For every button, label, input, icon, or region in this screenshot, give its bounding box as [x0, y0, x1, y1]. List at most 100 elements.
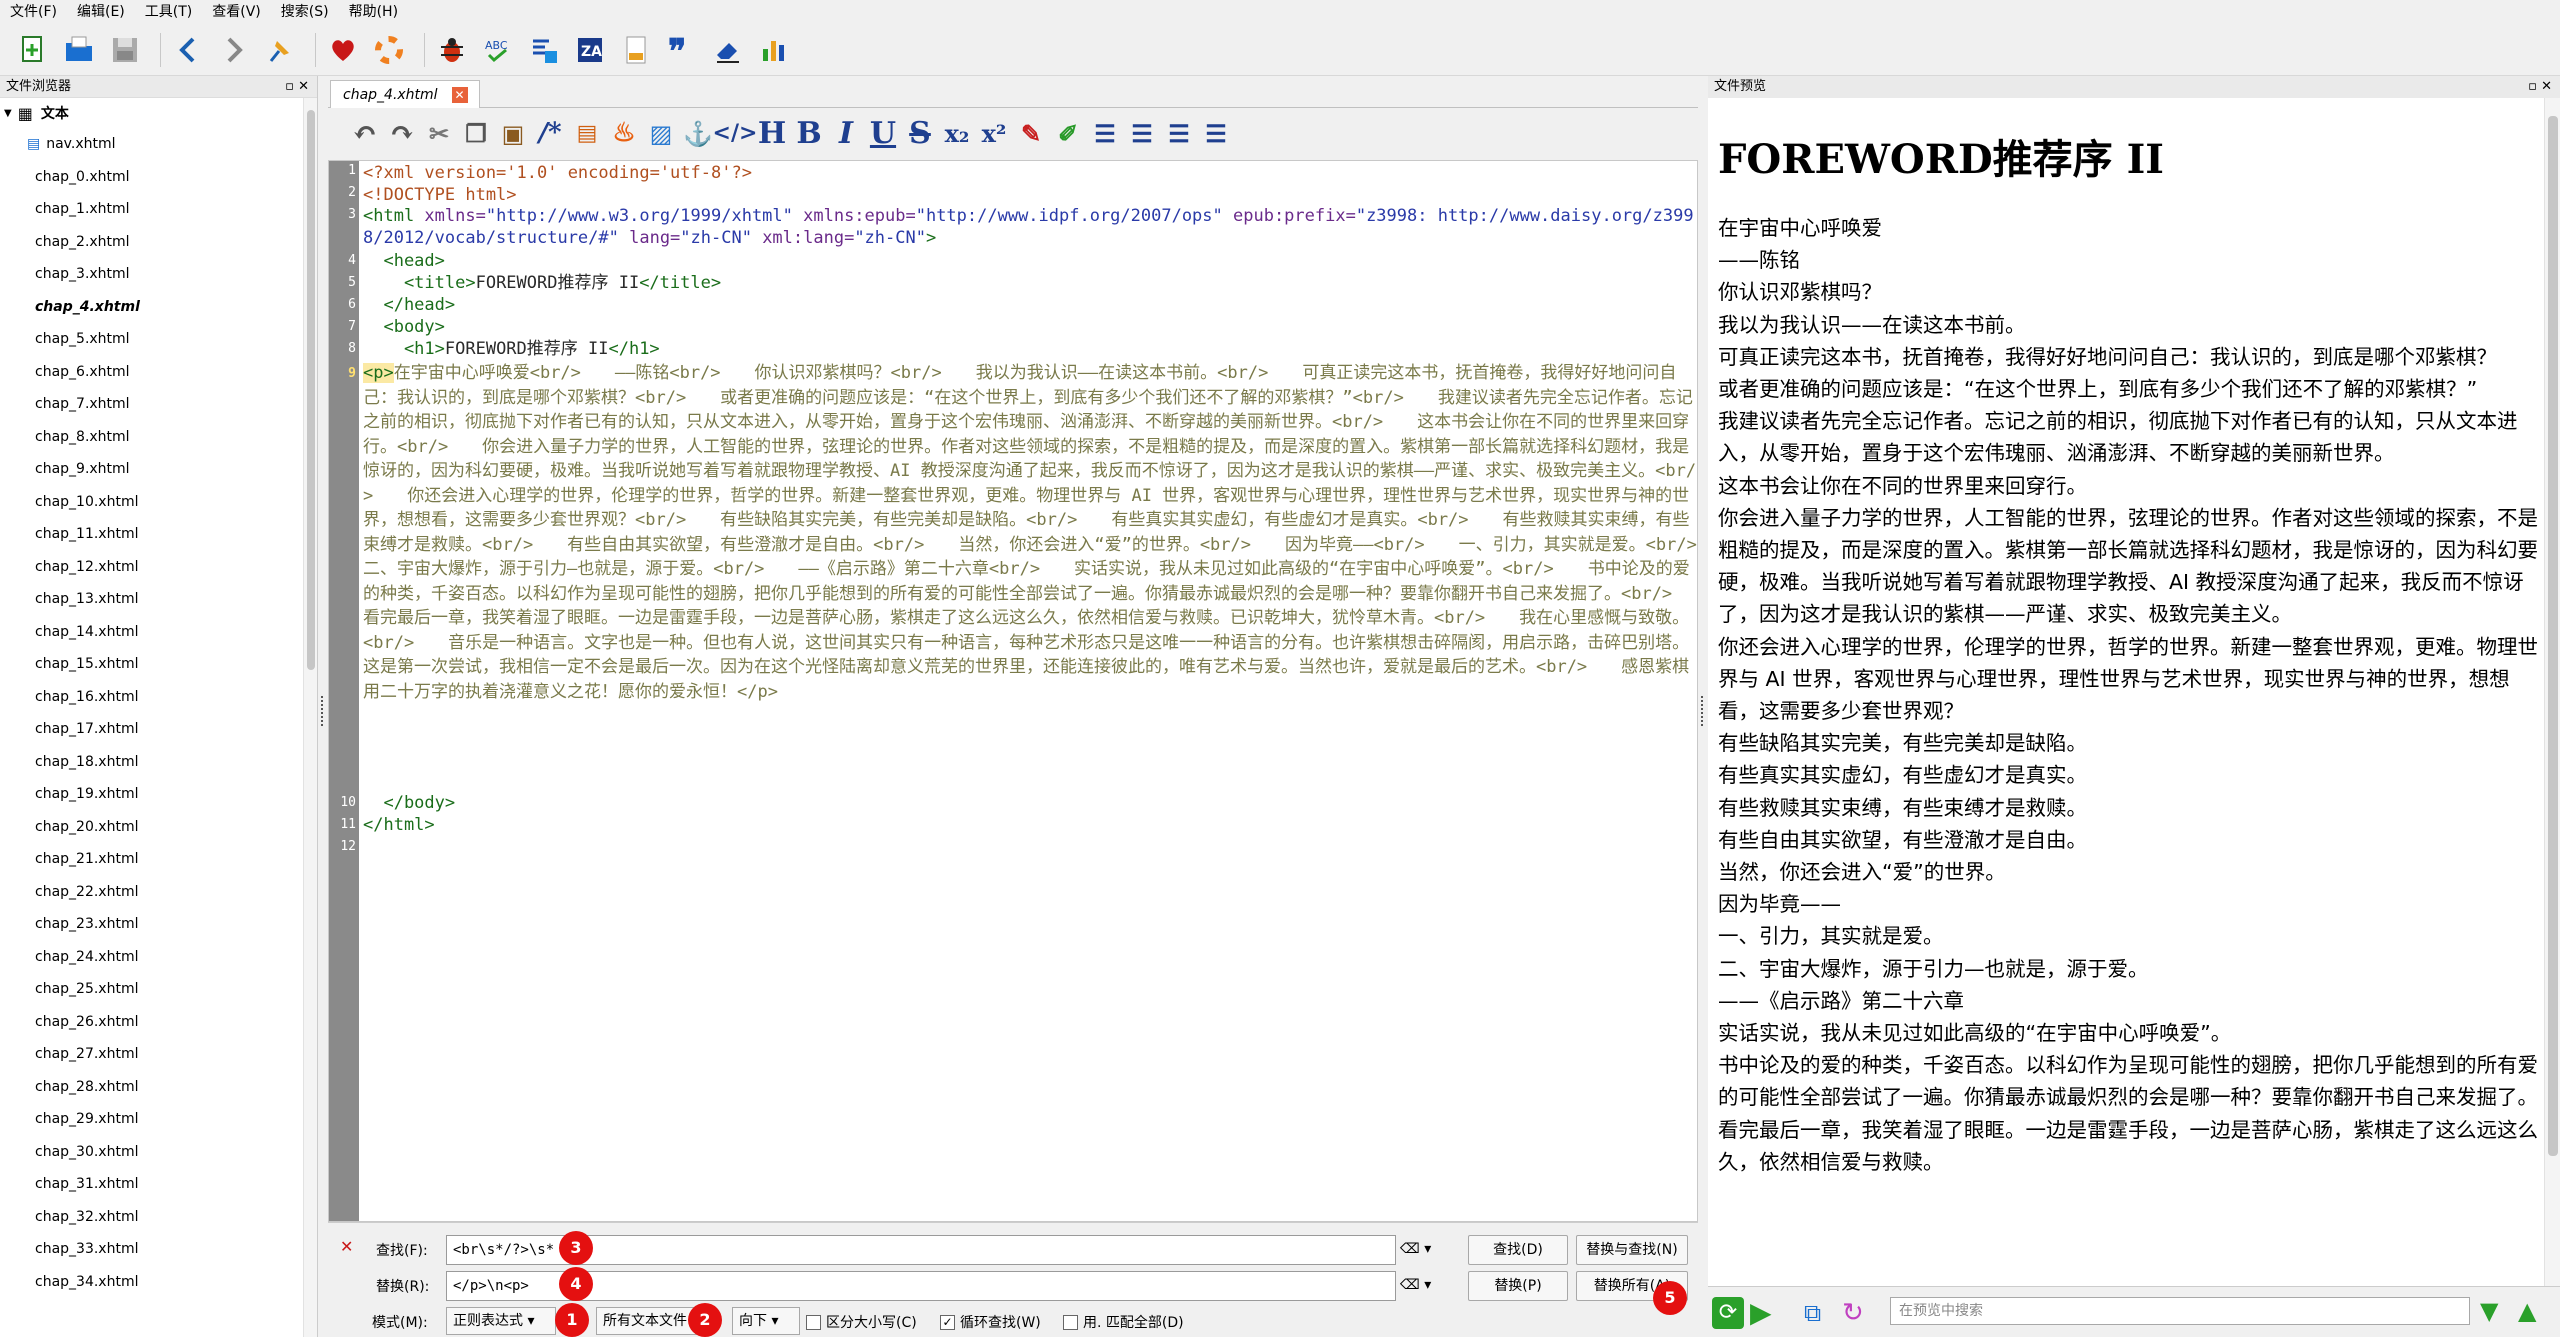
file-item[interactable]: chap_31.xhtml: [0, 1168, 303, 1201]
report-icon[interactable]: [755, 31, 793, 69]
back-icon[interactable]: [169, 31, 207, 69]
next-match-icon[interactable]: ▼: [2480, 1297, 2498, 1325]
menu-tools[interactable]: 工具(T): [135, 0, 202, 24]
lifebuoy-icon[interactable]: [370, 31, 408, 69]
file-item[interactable]: chap_6.xhtml: [0, 356, 303, 389]
heading-icon[interactable]: H: [755, 115, 789, 151]
panel-close-icon[interactable]: ▫ ✕: [2528, 76, 2552, 98]
code-area[interactable]: 1 2 3 4 5 6 7 8 9 10 11 12 <?xml version…: [328, 160, 1699, 1222]
file-item[interactable]: chap_4.xhtml: [0, 291, 303, 324]
metadata-icon[interactable]: [525, 31, 563, 69]
find-button[interactable]: 查找(D): [1468, 1235, 1568, 1265]
file-item[interactable]: chap_11.xhtml: [0, 518, 303, 551]
file-item[interactable]: chap_13.xhtml: [0, 583, 303, 616]
quote-icon[interactable]: ❞: [663, 31, 701, 69]
wrap-checkbox[interactable]: ✓ 循环查找(W): [940, 1312, 1041, 1332]
direction-select[interactable]: 向下 ▾: [732, 1307, 800, 1335]
scroll-thumb[interactable]: [307, 110, 315, 670]
play-icon[interactable]: ▶: [1750, 1297, 1782, 1329]
file-item[interactable]: chap_19.xhtml: [0, 778, 303, 811]
menu-help[interactable]: 帮助(H): [339, 0, 408, 24]
underline-icon[interactable]: U: [866, 115, 900, 151]
insert-link-icon[interactable]: ⚓: [681, 115, 715, 151]
insert-image-icon[interactable]: ▨: [644, 115, 678, 151]
subscript-icon[interactable]: x₂: [940, 115, 974, 151]
replace-and-find-button[interactable]: 替换与查找(N): [1576, 1235, 1688, 1265]
align-center-icon[interactable]: ☰: [1125, 115, 1159, 151]
file-item[interactable]: chap_28.xhtml: [0, 1071, 303, 1104]
case-sensitive-checkbox[interactable]: 区分大小写(C): [806, 1312, 917, 1332]
file-item[interactable]: chap_33.xhtml: [0, 1233, 303, 1266]
replace-button[interactable]: 替换(P): [1468, 1271, 1568, 1301]
file-item[interactable]: chap_34.xhtml: [0, 1266, 303, 1299]
insert-html-icon[interactable]: ▤: [570, 115, 604, 151]
insert-tag-icon[interactable]: </>: [713, 115, 758, 151]
preview-scrollbar[interactable]: [2544, 98, 2560, 1286]
eraser-icon[interactable]: [709, 31, 747, 69]
file-item[interactable]: chap_8.xhtml: [0, 421, 303, 454]
file-item[interactable]: chap_12.xhtml: [0, 551, 303, 584]
file-item[interactable]: chap_21.xhtml: [0, 843, 303, 876]
pin-icon[interactable]: [261, 31, 299, 69]
file-item[interactable]: chap_23.xhtml: [0, 908, 303, 941]
menu-view[interactable]: 查看(V): [202, 0, 271, 24]
redo-icon[interactable]: ↷: [385, 115, 419, 151]
clear-format-icon[interactable]: ✐: [1051, 115, 1085, 151]
dictionary-icon[interactable]: ZA: [571, 31, 609, 69]
file-browser-scrollbar[interactable]: [303, 98, 317, 1337]
strikethrough-icon[interactable]: S: [903, 115, 937, 151]
file-item-nav[interactable]: ▤ nav.xhtml: [0, 128, 303, 161]
font-icon[interactable]: [617, 31, 655, 69]
menu-search[interactable]: 搜索(S): [271, 0, 339, 24]
file-item[interactable]: chap_0.xhtml: [0, 161, 303, 194]
align-right-icon[interactable]: ☰: [1162, 115, 1196, 151]
mode-select[interactable]: 正则表达式 ▾: [446, 1307, 556, 1335]
prev-match-icon[interactable]: ▲: [2518, 1297, 2536, 1325]
file-item[interactable]: chap_22.xhtml: [0, 876, 303, 909]
file-item[interactable]: chap_1.xhtml: [0, 193, 303, 226]
collapse-icon[interactable]: ▼: [4, 108, 12, 119]
file-item[interactable]: chap_16.xhtml: [0, 681, 303, 714]
file-item[interactable]: chap_14.xhtml: [0, 616, 303, 649]
forward-icon[interactable]: [215, 31, 253, 69]
scroll-thumb[interactable]: [2548, 116, 2558, 1156]
refresh-icon[interactable]: ⟳: [1712, 1297, 1744, 1329]
file-item[interactable]: chap_24.xhtml: [0, 941, 303, 974]
bug-icon[interactable]: [433, 31, 471, 69]
preview-search-input[interactable]: 在预览中搜索: [1890, 1297, 2470, 1325]
save-icon[interactable]: [106, 31, 144, 69]
dot-all-checkbox[interactable]: 用. 匹配全部(D): [1063, 1312, 1184, 1332]
close-tab-icon[interactable]: ✕: [451, 86, 468, 103]
file-item[interactable]: chap_27.xhtml: [0, 1038, 303, 1071]
align-justify-icon[interactable]: ☰: [1199, 115, 1233, 151]
italic-icon[interactable]: I: [829, 115, 863, 151]
menu-file[interactable]: 文件(F): [0, 0, 67, 24]
file-item[interactable]: chap_15.xhtml: [0, 648, 303, 681]
reload-icon[interactable]: ↻: [1842, 1297, 1874, 1329]
file-item[interactable]: chap_7.xhtml: [0, 388, 303, 421]
file-item[interactable]: chap_32.xhtml: [0, 1201, 303, 1234]
align-left-icon[interactable]: ☰: [1088, 115, 1122, 151]
file-item[interactable]: chap_25.xhtml: [0, 973, 303, 1006]
inspect-icon[interactable]: ⧉: [1804, 1297, 1836, 1329]
replace-clear-icon[interactable]: ⌫ ▾: [1400, 1277, 1431, 1293]
panel-close-icon[interactable]: ▫ ✕: [285, 76, 309, 97]
file-item[interactable]: chap_17.xhtml: [0, 713, 303, 746]
file-item[interactable]: chap_10.xhtml: [0, 486, 303, 519]
right-splitter[interactable]: [1698, 76, 1708, 1337]
heart-icon[interactable]: [324, 31, 362, 69]
color-brush-icon[interactable]: ✎: [1014, 115, 1048, 151]
comment-icon[interactable]: /*: [533, 115, 567, 151]
superscript-icon[interactable]: x²: [977, 115, 1011, 151]
file-item[interactable]: chap_29.xhtml: [0, 1103, 303, 1136]
cut-icon[interactable]: ✂: [422, 115, 456, 151]
tab-chap-4[interactable]: chap_4.xhtml ✕: [330, 80, 480, 108]
paste-icon[interactable]: ▣: [496, 115, 530, 151]
new-file-icon[interactable]: [14, 31, 52, 69]
file-item[interactable]: chap_26.xhtml: [0, 1006, 303, 1039]
undo-icon[interactable]: ↶: [348, 115, 382, 151]
spellcheck-icon[interactable]: ABC: [479, 31, 517, 69]
left-splitter[interactable]: [318, 76, 328, 1337]
file-item[interactable]: chap_3.xhtml: [0, 258, 303, 291]
tree-root-text[interactable]: ▼ ▦ 文本: [0, 98, 303, 128]
